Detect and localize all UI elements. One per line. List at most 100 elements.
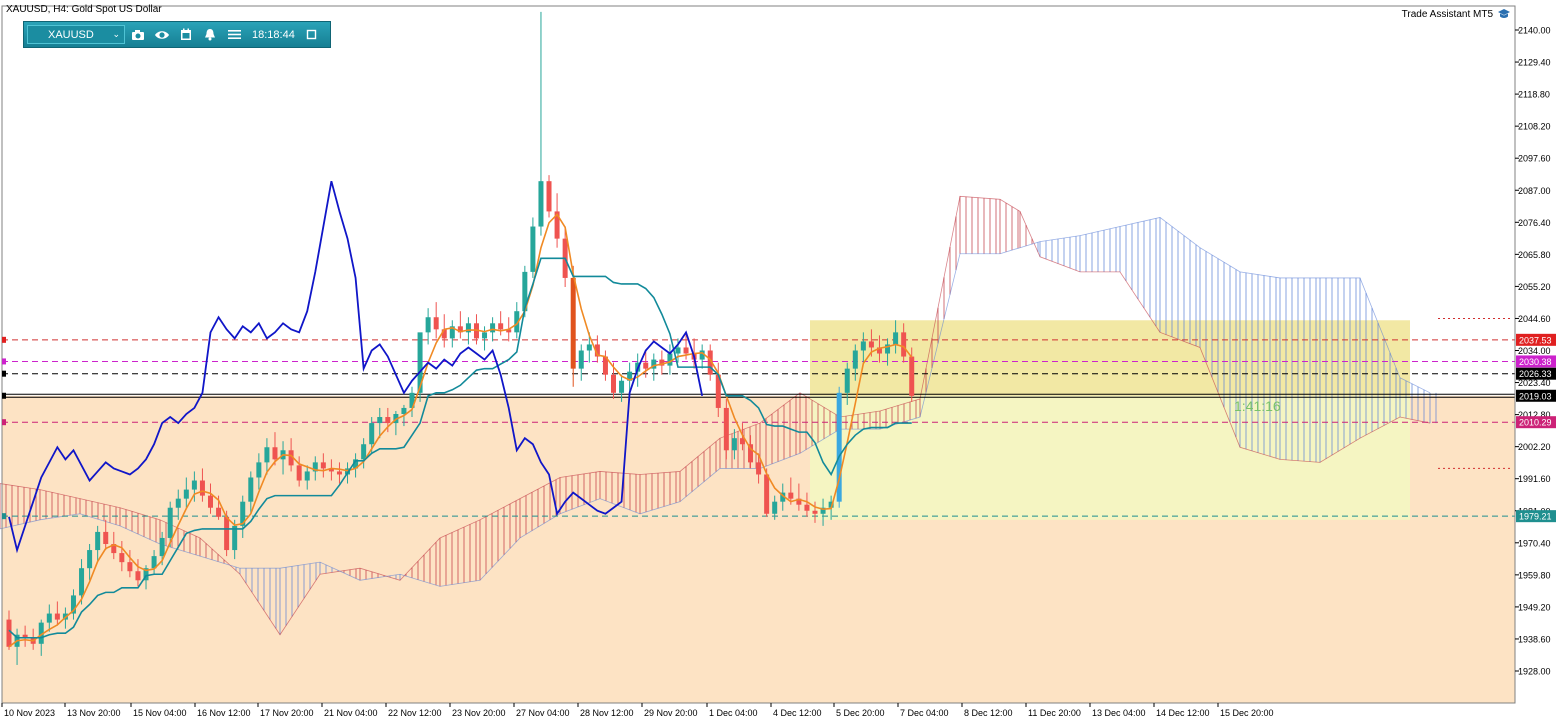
candle-body [401,407,407,414]
symbol-selector[interactable]: XAUUSD ⌄ [27,25,125,44]
candle-body [385,417,391,424]
candle-body [87,550,93,569]
x-tick-label: 10 Nov 2023 [4,708,55,718]
price-label: 1979.21 [1519,512,1552,522]
x-tick-label: 16 Nov 12:00 [197,708,251,718]
x-tick-label: 21 Nov 04:00 [324,708,378,718]
candle-body [764,474,770,514]
x-tick-label: 13 Dec 04:00 [1092,708,1146,718]
candle-body [578,350,584,369]
candle-body [772,501,778,514]
y-tick-label: 1928.00 [1518,667,1551,677]
price-label: 2030.38 [1519,357,1552,367]
chart-title: XAUUSD, H4: Gold Spot US Dollar [6,4,162,15]
x-tick-label: 11 Dec 20:00 [1028,708,1081,718]
candle-body [852,350,858,369]
alarm-bell-icon[interactable] [199,24,221,45]
candle-body [6,619,12,647]
candle-body [336,471,342,475]
candle-body [256,462,262,478]
candle-body [546,181,552,212]
price-label-marker [2,392,6,399]
candle-body [868,341,874,348]
x-tick-label: 17 Nov 20:00 [260,708,314,718]
restore-window-icon[interactable] [301,24,323,45]
y-tick-label: 1970.40 [1518,538,1551,548]
candle-body [159,537,165,557]
price-label: 2019.03 [1519,391,1552,401]
candle-body [901,332,907,357]
price-label-marker [2,336,6,343]
price-label: 2010.29 [1519,418,1552,428]
price-chart[interactable]: 2140.00 2129.40 2118.80 2108.20 2097.60 2087.… [0,0,1567,723]
y-tick-label: 2002.20 [1518,442,1551,452]
candle-body [611,374,616,393]
candle-body [723,407,729,451]
x-tick-label: 14 Dec 12:00 [1156,708,1210,718]
candle-body [167,507,173,538]
candle-body [46,613,52,623]
candle-body [530,226,536,272]
x-tick-label: 27 Nov 04:00 [516,708,570,718]
trade-assistant-text: Trade Assistant MT5 [1401,8,1493,20]
candle-body [498,323,504,330]
candle-body [909,356,915,396]
candle-body [756,462,762,475]
calendar-icon[interactable] [175,24,197,45]
x-tick-label: 15 Nov 04:00 [133,708,187,718]
camera-icon[interactable] [127,24,149,45]
candle-body [812,510,818,514]
candle-body [135,571,141,581]
candle-body [296,465,302,481]
candle-body [490,323,496,333]
candle-body [683,347,689,354]
candle-body [844,368,850,393]
candle-body [788,492,794,499]
candle-body [433,317,439,330]
symbol-label: XAUUSD [48,28,94,41]
price-label-marker [2,358,6,365]
candle-body [264,447,270,463]
y-tick-label: 2140.00 [1518,26,1551,36]
candle-body [183,489,189,499]
candle-body [667,353,673,366]
candle-body [361,444,367,460]
trade-toolbar: XAUUSD ⌄ 18:18:44 [23,21,331,48]
candle-body [538,181,544,227]
y-tick-label: 2108.20 [1518,122,1551,132]
y-tick-label: 1959.80 [1518,570,1551,580]
candle-body [119,553,125,563]
y-tick-label: 2055.20 [1518,282,1551,292]
x-tick-label: 28 Nov 12:00 [580,708,634,718]
candle-body [369,423,375,445]
y-tick-label: 2034.00 [1518,346,1551,356]
candle-body [175,498,181,508]
trade-assistant-label[interactable]: Trade Assistant MT5 [1402,8,1511,20]
x-tick-label: 13 Nov 20:00 [67,708,121,718]
candle-body [208,495,213,508]
candle-body [731,438,737,451]
candle-body [320,462,326,469]
y-tick-label: 2065.80 [1518,250,1551,260]
candle-body [79,568,85,596]
candle-body [804,504,810,511]
candle-body [860,341,866,351]
x-tick-label: 23 Nov 20:00 [452,708,506,718]
candle-body [191,480,197,490]
price-label-marker [2,419,6,426]
candle-body [586,344,592,351]
x-tick-label: 15 Dec 20:00 [1220,708,1274,718]
x-tick-label: 22 Nov 12:00 [388,708,442,718]
candle-body [675,347,681,354]
y-tick-label: 2076.40 [1518,218,1551,228]
candle-body [643,362,649,369]
price-label: 2037.53 [1519,335,1552,345]
x-tick-label: 4 Dec 12:00 [773,708,822,718]
price-label: 2026.33 [1519,369,1552,379]
candle-body [482,332,488,339]
candle-body [95,531,101,551]
y-tick-label: 2097.60 [1518,154,1551,164]
server-time: 18:18:44 [252,28,295,41]
eye-icon[interactable] [151,24,173,45]
menu-icon[interactable] [223,24,245,45]
